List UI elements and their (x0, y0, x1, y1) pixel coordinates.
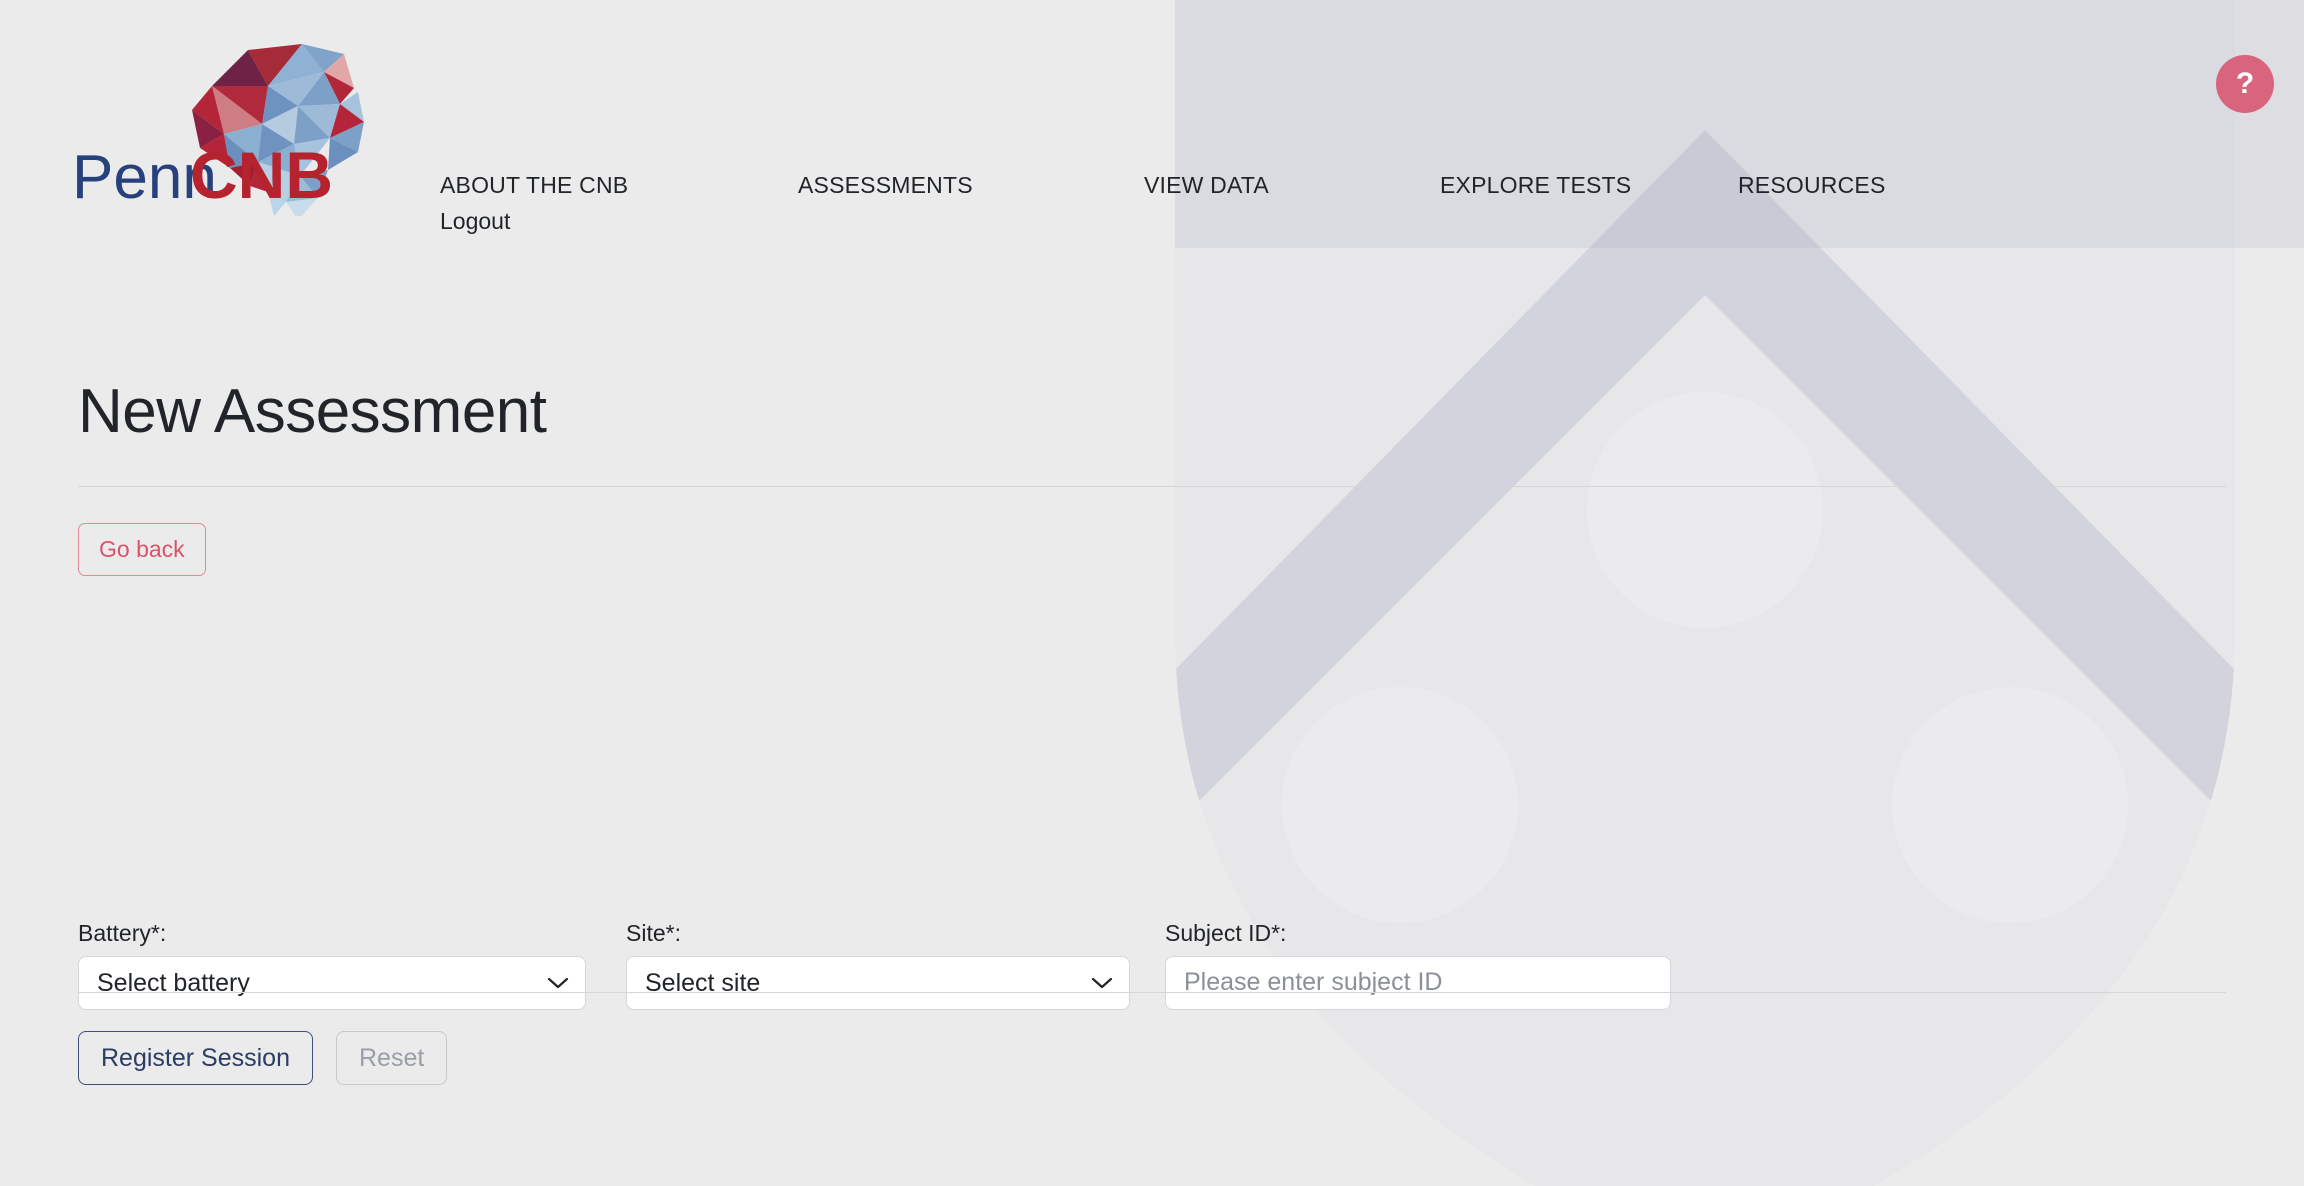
site-select[interactable]: Select site (626, 955, 1130, 1010)
nav-item-logout[interactable]: Logout (440, 208, 510, 235)
nav-item-resources[interactable]: RESOURCES (1738, 172, 1886, 199)
main-content: New Assessment Go back Battery*: Select … (0, 248, 2304, 1186)
divider-bottom (78, 992, 2226, 993)
nav-item-assessments[interactable]: ASSESSMENTS (798, 172, 973, 199)
reset-button[interactable]: Reset (335, 1031, 448, 1085)
subject-id-label: Subject ID*: (1165, 920, 1287, 946)
battery-field: Battery*: Select battery (78, 920, 586, 1010)
subject-id-input[interactable] (1165, 955, 1671, 1010)
battery-label: Battery*: (78, 920, 167, 946)
help-icon[interactable]: ? (2216, 55, 2274, 113)
site-field: Site*: Select site (626, 920, 1130, 1010)
register-session-button[interactable]: Register Session (78, 1031, 313, 1085)
nav-item-view-data[interactable]: VIEW DATA (1144, 172, 1269, 199)
main-navigation: ABOUT THE CNB ASSESSMENTS VIEW DATA EXPL… (440, 172, 2160, 242)
subject-id-field: Subject ID*: (1165, 920, 1671, 1010)
form-actions: Register Session Reset (78, 1031, 448, 1085)
penn-cnb-logo[interactable]: Penn CNB (72, 26, 402, 216)
battery-select[interactable]: Select battery (78, 955, 586, 1010)
site-header: Penn CNB ABOUT THE CNB ASSESSMENTS VIEW … (0, 0, 2304, 248)
new-assessment-form: Battery*: Select battery Site*: Select s… (0, 248, 2304, 1186)
site-select-wrap: Select site (626, 955, 1130, 1010)
battery-select-wrap: Select battery (78, 955, 586, 1010)
site-label: Site*: (626, 920, 681, 946)
svg-text:CNB: CNB (190, 138, 333, 212)
nav-item-explore-tests[interactable]: EXPLORE TESTS (1440, 172, 1631, 199)
nav-item-about-the-cnb[interactable]: ABOUT THE CNB (440, 172, 628, 199)
